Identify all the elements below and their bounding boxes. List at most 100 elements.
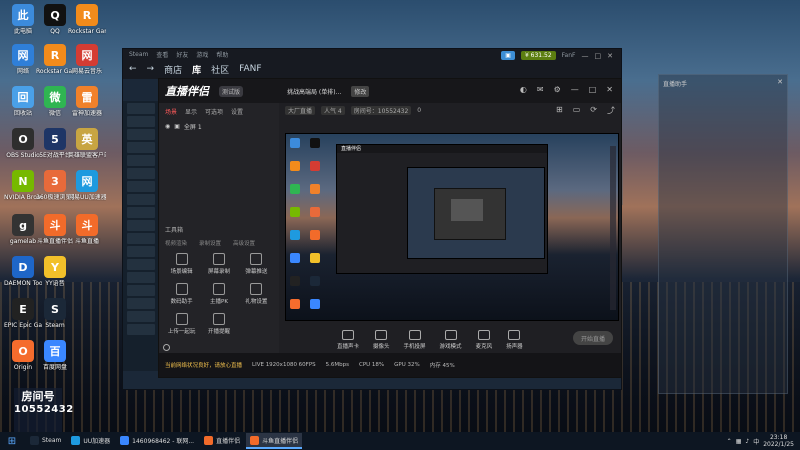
tray-up-arrow-icon[interactable]: ⌃ bbox=[727, 438, 732, 445]
windows-start-icon[interactable]: ⊞ bbox=[0, 432, 24, 450]
steam-nav-library[interactable]: 库 bbox=[192, 63, 201, 76]
desktop-icon[interactable]: 网网易UU加速器 bbox=[68, 170, 106, 201]
layout-icon[interactable]: ▭ bbox=[573, 105, 581, 116]
avatar[interactable] bbox=[163, 344, 170, 351]
library-game-row[interactable] bbox=[127, 194, 155, 205]
library-game-row[interactable] bbox=[127, 246, 155, 257]
tab-display[interactable]: 显示 bbox=[185, 107, 197, 116]
grid-icon[interactable]: ⊞ bbox=[556, 105, 563, 116]
input-method-icon[interactable]: 中 bbox=[753, 437, 759, 446]
stream-preview[interactable]: 直播伴侣 bbox=[285, 133, 619, 321]
desktop-icon[interactable]: 英英雄联盟客户端 bbox=[68, 128, 106, 159]
desktop-icon[interactable]: S Steam bbox=[36, 298, 74, 329]
speaker-button[interactable]: 扬声器 bbox=[506, 330, 523, 350]
lock-icon[interactable]: ▣ bbox=[174, 123, 180, 130]
message-icon[interactable]: ✉ bbox=[537, 85, 544, 94]
tool-screen-record[interactable]: 屏幕录制 bbox=[200, 253, 237, 275]
live-app-window[interactable]: 直播伴侣 测试版 挑战高端局 (单排)... 修改 ◐ ✉ ⚙ — □ ✕ 场景… bbox=[158, 78, 622, 378]
tool-pk[interactable]: 主播PK bbox=[200, 283, 237, 305]
desktop-icon[interactable]: Y YY语音 bbox=[36, 256, 74, 287]
edit-title-button[interactable]: 修改 bbox=[351, 85, 370, 97]
tool-record-settings[interactable]: 录制设置 bbox=[199, 239, 221, 247]
close-icon[interactable]: ✕ bbox=[607, 52, 613, 60]
library-game-row[interactable] bbox=[127, 155, 155, 166]
library-game-row[interactable] bbox=[127, 116, 155, 127]
broadcast-icon[interactable]: ▣ bbox=[501, 51, 515, 60]
settings-icon[interactable]: ⚙ bbox=[554, 85, 561, 94]
tool-danmaku[interactable]: 弹幕推送 bbox=[238, 253, 275, 275]
desktop-icon[interactable]: 网网易云音乐 bbox=[68, 44, 106, 75]
close-icon[interactable]: ✕ bbox=[606, 85, 613, 94]
steam-menu-friends[interactable]: 好友 bbox=[176, 50, 188, 59]
library-game-row[interactable] bbox=[127, 142, 155, 153]
taskbar-item[interactable]: Steam bbox=[26, 433, 65, 449]
tool-video-render[interactable]: 视频渲染 bbox=[165, 239, 187, 247]
camera-button[interactable]: 摄像头 bbox=[373, 330, 390, 350]
tool-advanced-settings[interactable]: 高级设置 bbox=[233, 239, 255, 247]
sound-card-button[interactable]: 直播声卡 bbox=[337, 330, 359, 350]
library-game-row[interactable] bbox=[127, 285, 155, 296]
library-game-row[interactable] bbox=[127, 298, 155, 309]
maximize-icon[interactable]: □ bbox=[595, 52, 602, 60]
game-mode-button[interactable]: 游戏模式 bbox=[440, 330, 462, 350]
desktop-icon[interactable]: 斗斗鱼直播 bbox=[68, 214, 106, 245]
app-icon bbox=[30, 435, 39, 445]
tool-play-together[interactable]: 上传一起玩 bbox=[163, 313, 200, 335]
taskbar-item[interactable]: UU加速器 bbox=[67, 433, 114, 449]
tool-assistant[interactable]: 数码助手 bbox=[163, 283, 200, 305]
steam-nav-community[interactable]: 社区 bbox=[211, 63, 229, 76]
tool-reminder[interactable]: 开播提醒 bbox=[200, 313, 237, 335]
library-game-row[interactable] bbox=[127, 220, 155, 231]
phone-cast-button[interactable]: 手机投屏 bbox=[404, 330, 426, 350]
minimize-icon[interactable]: — bbox=[582, 52, 589, 60]
steam-menu-view[interactable]: 查看 bbox=[156, 50, 168, 59]
back-arrow-icon[interactable]: ← bbox=[129, 64, 137, 74]
stream-title[interactable]: 挑战高端局 (单排)... bbox=[287, 87, 341, 96]
desktop-icon[interactable]: 百百度网盘 bbox=[36, 340, 74, 371]
steam-balance[interactable]: ¥ 631.52 bbox=[520, 51, 556, 60]
taskbar-item[interactable]: 直播伴侣 bbox=[200, 433, 244, 449]
steam-library-list bbox=[123, 101, 159, 371]
library-game-row[interactable] bbox=[127, 311, 155, 322]
steam-user-name[interactable]: FanF bbox=[562, 52, 576, 59]
microphone-button[interactable]: 麦克风 bbox=[476, 330, 492, 350]
library-game-row[interactable] bbox=[127, 129, 155, 140]
library-game-row[interactable] bbox=[127, 233, 155, 244]
maximize-icon[interactable]: □ bbox=[589, 85, 597, 94]
close-icon[interactable]: ✕ bbox=[777, 78, 783, 86]
desktop-icon[interactable]: 雷雷神加速器 bbox=[68, 86, 106, 117]
tab-settings[interactable]: 设置 bbox=[231, 107, 243, 116]
minimize-icon[interactable]: — bbox=[571, 85, 579, 94]
tool-scene-edit[interactable]: 场景编辑 bbox=[163, 253, 200, 275]
library-game-row[interactable] bbox=[127, 207, 155, 218]
tab-options[interactable]: 可选项 bbox=[205, 107, 223, 116]
app-icon: 回 bbox=[12, 86, 34, 108]
steam-menu-steam[interactable]: Steam bbox=[129, 51, 148, 58]
start-live-button[interactable]: 开始直播 bbox=[573, 331, 613, 345]
library-game-row[interactable] bbox=[127, 259, 155, 270]
tool-gift[interactable]: 礼物设置 bbox=[238, 283, 275, 305]
clock[interactable]: 23:18 2022/1/25 bbox=[763, 434, 794, 448]
library-game-row[interactable] bbox=[127, 181, 155, 192]
library-game-row[interactable] bbox=[127, 103, 155, 114]
steam-menu-games[interactable]: 游戏 bbox=[196, 50, 208, 59]
taskbar-item[interactable]: 斗鱼直播伴侣 bbox=[246, 433, 303, 449]
tab-scene[interactable]: 场景 bbox=[165, 107, 177, 116]
desktop-icon[interactable]: R Rockstar Games Launcher bbox=[68, 4, 106, 35]
eye-icon[interactable]: ◉ bbox=[165, 123, 170, 130]
steam-nav-profile[interactable]: FANF bbox=[239, 64, 261, 74]
avatar[interactable]: ◐ bbox=[520, 85, 527, 94]
steam-nav-store[interactable]: 商店 bbox=[164, 63, 182, 76]
network-icon[interactable]: ▦ bbox=[736, 438, 742, 445]
taskbar-item[interactable]: 1460968462 - 联网... bbox=[116, 433, 198, 449]
library-game-row[interactable] bbox=[127, 168, 155, 179]
share-icon[interactable]: ⤴ bbox=[607, 105, 615, 116]
volume-icon[interactable]: ♪ bbox=[745, 438, 749, 445]
refresh-icon[interactable]: ⟳ bbox=[590, 105, 597, 116]
forward-arrow-icon[interactable]: → bbox=[147, 64, 155, 74]
library-game-row[interactable] bbox=[127, 324, 155, 335]
scene-item[interactable]: ◉ ▣ 全屏 1 bbox=[159, 120, 279, 133]
right-side-panel[interactable]: 直播助手 ✕ bbox=[658, 74, 788, 394]
steam-menu-help[interactable]: 帮助 bbox=[216, 50, 228, 59]
library-game-row[interactable] bbox=[127, 272, 155, 283]
